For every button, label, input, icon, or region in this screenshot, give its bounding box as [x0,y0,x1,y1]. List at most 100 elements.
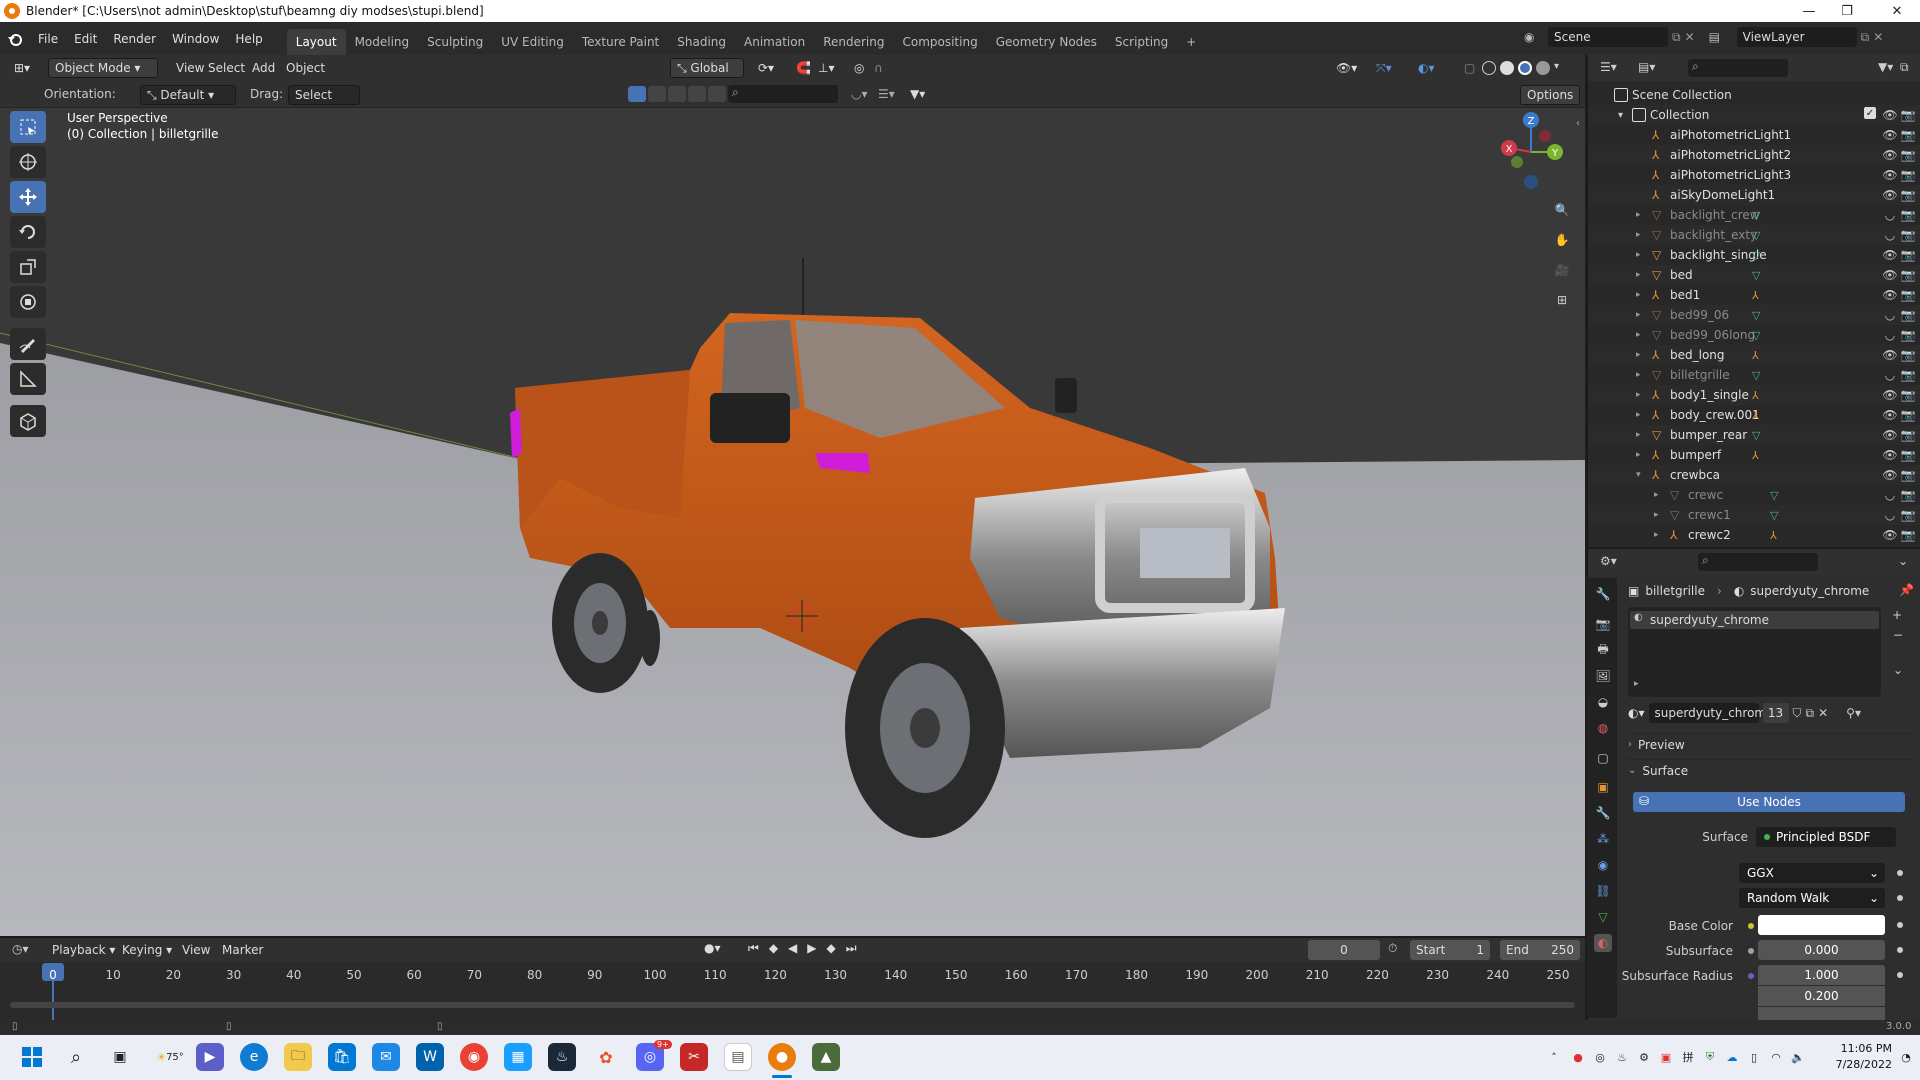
visibility-icon[interactable]: 👁▾ [1330,57,1363,79]
timeline-scrollbar[interactable] [10,1002,1575,1008]
show-hidden-icons[interactable]: ˄ [1546,1049,1562,1065]
tab-scripting[interactable]: Scripting [1106,29,1177,55]
menu-edit[interactable]: Edit [66,28,105,50]
file-explorer-icon[interactable]: 🗀 [284,1043,312,1071]
keyframe-dot[interactable] [1897,895,1903,901]
zoom-icon[interactable]: 🔍 [1546,196,1578,224]
view-layer-icon[interactable]: ▤ [1709,30,1733,44]
child-empty-icon[interactable]: ⅄ [1770,529,1777,542]
select-new-icon[interactable] [628,86,646,102]
render-camera-icon[interactable]: 📷 [1900,207,1916,223]
material-slot-item[interactable]: superdyuty_chrome [1630,611,1879,629]
hidden-eye-icon[interactable]: ◡ [1882,487,1898,503]
snipping-tool-icon[interactable]: ✂ [680,1043,708,1071]
display-mode-icon[interactable]: ▤▾ [1638,60,1655,74]
constraints-tab-icon[interactable]: ⛓ [1594,882,1612,900]
drag-selector[interactable]: Select Box ▾ [288,85,360,120]
visible-eye-icon[interactable]: 👁 [1882,387,1898,403]
select-extend-icon[interactable] [648,86,666,102]
subsurface-radius-x-field[interactable]: 1.000 [1758,965,1885,985]
tool-rotate[interactable] [10,216,46,248]
base-color-swatch[interactable] [1758,915,1885,935]
outliner-item[interactable]: ▾ ⅄ crewbca 👁 📷 [1588,465,1920,485]
expand-arrow-icon[interactable]: ▾ [1618,110,1623,121]
outliner-item[interactable]: ▸ ⅄ crewc2 ⅄ 👁 📷 [1588,525,1920,545]
outliner-scene-collection[interactable]: Scene Collection [1588,85,1920,105]
hidden-eye-icon[interactable]: ◡ [1882,307,1898,323]
microsoft-store-icon[interactable]: 🛍 [328,1043,356,1071]
render-camera-icon[interactable]: 📷 [1900,267,1916,283]
surface-shader-field[interactable]: Principled BSDF [1756,827,1896,847]
hidden-eye-icon[interactable]: ◡ [1882,507,1898,523]
windows-start-icon[interactable] [18,1043,46,1071]
3d-viewport[interactable]: User Perspective (0) Collection | billet… [0,108,1585,936]
orientation-selector[interactable]: ⤡ Default ▾ [140,85,236,105]
outliner-item[interactable]: ▸ ▽ bed ▽ 👁 📷 [1588,265,1920,285]
expand-arrow-icon[interactable]: ▸ [1636,210,1641,220]
collection-checkbox[interactable]: ✓ [1864,107,1876,119]
volume-icon[interactable]: 🔈 [1790,1049,1806,1065]
tab-shading[interactable]: Shading [668,29,735,55]
expand-arrow-icon[interactable]: ▸ [1636,270,1641,280]
tray-steam-icon[interactable]: ♨ [1614,1049,1630,1065]
outliner-item[interactable]: ▸ ▽ crewc ▽ ◡ 📷 [1588,485,1920,505]
wireframe-shading-icon[interactable] [1482,61,1496,75]
visible-eye-icon[interactable]: 👁 [1882,167,1898,183]
keyframe-dot[interactable] [1897,870,1903,876]
child-empty-icon[interactable]: ⅄ [1752,349,1759,362]
rendered-shading-icon[interactable] [1536,61,1550,75]
auto-keying-icon[interactable]: ●▾ [704,941,721,955]
tab-modeling[interactable]: Modeling [346,29,419,55]
expand-arrow-icon[interactable]: ▸ [1654,490,1659,500]
view-layer-close-icon[interactable]: ✕ [1873,30,1883,44]
use-nodes-button[interactable]: ⛁ Use Nodes [1633,792,1905,812]
tab-geometry-nodes[interactable]: Geometry Nodes [987,29,1106,55]
visible-eye-icon[interactable]: 👁 [1882,447,1898,463]
play-reverse-icon[interactable]: ◀ [788,941,797,956]
expand-arrow-icon[interactable]: ▸ [1636,390,1641,400]
tab-texture-paint[interactable]: Texture Paint [573,29,668,55]
scene-copy-icon[interactable]: ⧉ [1672,30,1681,45]
navigation-gizmo[interactable]: Z Y X [1495,108,1567,196]
editor-type-icon[interactable]: ⊞▾ [8,57,36,79]
taskbar-search-icon[interactable]: ⌕ [62,1043,90,1071]
subsurface-method-dropdown[interactable]: Random Walk ⌄ [1739,888,1885,908]
scene-close-icon[interactable]: ✕ [1685,30,1695,44]
tray-settings-icon[interactable]: ⚙ [1636,1049,1652,1065]
outliner-item[interactable]: ▸ ⅄ body_crew.001 ⅄ 👁 📷 [1588,405,1920,425]
solid-shading-icon[interactable] [1500,61,1514,75]
scene-tab-icon[interactable]: ◒ [1594,693,1612,711]
snap-target-icon[interactable]: ⊥▾ [812,57,840,79]
keyframe-dot[interactable] [1897,922,1903,928]
distribution-dropdown[interactable]: GGX ⌄ [1739,863,1885,883]
overlays-icon[interactable]: ◐▾ [1412,57,1441,79]
modifier-tab-icon[interactable]: 🔧 [1594,804,1612,822]
falloff-icon[interactable]: ∩ [868,57,889,79]
render-camera-icon[interactable]: 📷 [1900,527,1916,543]
render-camera-icon[interactable]: 📷 [1900,247,1916,263]
chrome-browser-icon[interactable]: ◉ [460,1043,488,1071]
sidebar-toggle-icon[interactable]: ‹ [1576,118,1580,129]
child-empty-icon[interactable]: ⅄ [1752,289,1759,302]
keyframe-dot[interactable] [1897,972,1903,978]
subsurface-radius-y-field[interactable]: 0.200 [1758,986,1885,1006]
transform-orientation-selector[interactable]: ⤡ Global ▾ [670,58,744,93]
tool-annotate[interactable] [10,328,46,360]
remove-slot-icon[interactable]: − [1893,628,1903,642]
outliner-item[interactable]: ▸ ▽ bed99_06 ▽ ◡ 📷 [1588,305,1920,325]
view-layer-copy-icon[interactable]: ⧉ [1861,30,1870,45]
menu-render[interactable]: Render [105,28,164,50]
mode-selector[interactable]: Object Mode ▾ [48,58,158,78]
outliner-item[interactable]: ⅄ aiPhotometricLight2 👁 📷 [1588,145,1920,165]
tray-ime-icon[interactable]: 拼 [1680,1049,1696,1065]
game-app-icon[interactable]: ▲ [812,1043,840,1071]
visible-eye-icon[interactable]: 👁 [1882,147,1898,163]
visible-eye-icon[interactable]: 👁 [1882,187,1898,203]
expand-arrow-icon[interactable]: ▸ [1636,370,1641,380]
render-camera-icon[interactable]: 📷 [1900,127,1916,143]
render-camera-icon[interactable]: 📷 [1900,287,1916,303]
output-tab-icon[interactable]: 🖶 [1594,641,1612,659]
collection-eye-icon[interactable]: 👁 [1882,107,1898,123]
mesh-data-icon[interactable]: ▽ [1752,429,1760,442]
subsurface-radius-z-field[interactable] [1758,1007,1885,1020]
